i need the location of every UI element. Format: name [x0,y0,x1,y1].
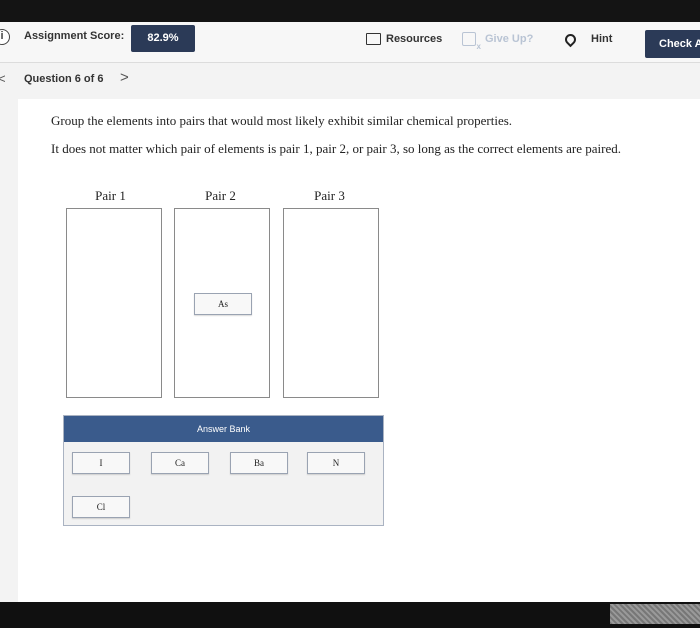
next-question-icon[interactable]: > [120,69,129,86]
previous-question-icon[interactable]: < [0,71,6,86]
answer-bank: Answer Bank I Ca Ba N Cl [63,415,384,526]
element-chip-cl[interactable]: Cl [72,496,130,518]
hint-icon [562,31,579,47]
element-chip-n[interactable]: N [307,452,365,474]
give-up-icon [462,32,481,51]
give-up-button[interactable]: Give Up? [462,26,533,52]
screen: i Assignment Score: 82.9% Resources Give… [0,22,700,602]
question-counter: Question 6 of 6 [24,73,104,85]
answer-bank-title: Answer Bank [64,416,383,442]
assignment-toolbar: i Assignment Score: 82.9% Resources Give… [0,22,700,63]
folder-icon [366,33,381,45]
element-chip-as[interactable]: As [194,293,252,315]
monitor-bezel-top [0,0,700,22]
question-text-line-1: Group the elements into pairs that would… [51,113,513,128]
speaker-grille [610,604,700,624]
hint-button[interactable]: Hint [562,26,613,52]
resources-button[interactable]: Resources [366,26,442,52]
pair-1-label: Pair 1 [95,188,126,203]
check-answer-button[interactable]: Check An [645,30,700,58]
pair-1-dropzone[interactable] [66,208,162,398]
assignment-score-value: 82.9% [131,25,195,52]
pair-2-label: Pair 2 [205,188,236,203]
monitor-bezel-bottom [0,602,700,628]
pair-3-dropzone[interactable] [283,208,379,398]
resources-label: Resources [386,33,443,45]
question-panel: Group the elements into pairs that would… [18,99,700,602]
question-text-line-2: It does not matter which pair of element… [51,141,622,156]
assignment-score-label: Assignment Score: [24,30,125,42]
pair-2-dropzone[interactable]: As [174,208,270,398]
info-icon[interactable]: i [0,29,10,45]
element-chip-ba[interactable]: Ba [230,452,288,474]
element-chip-ca[interactable]: Ca [151,452,209,474]
element-chip-i[interactable]: I [72,452,130,474]
hint-label: Hint [591,33,613,45]
pair-3-label: Pair 3 [314,188,345,203]
give-up-label: Give Up? [485,33,534,45]
